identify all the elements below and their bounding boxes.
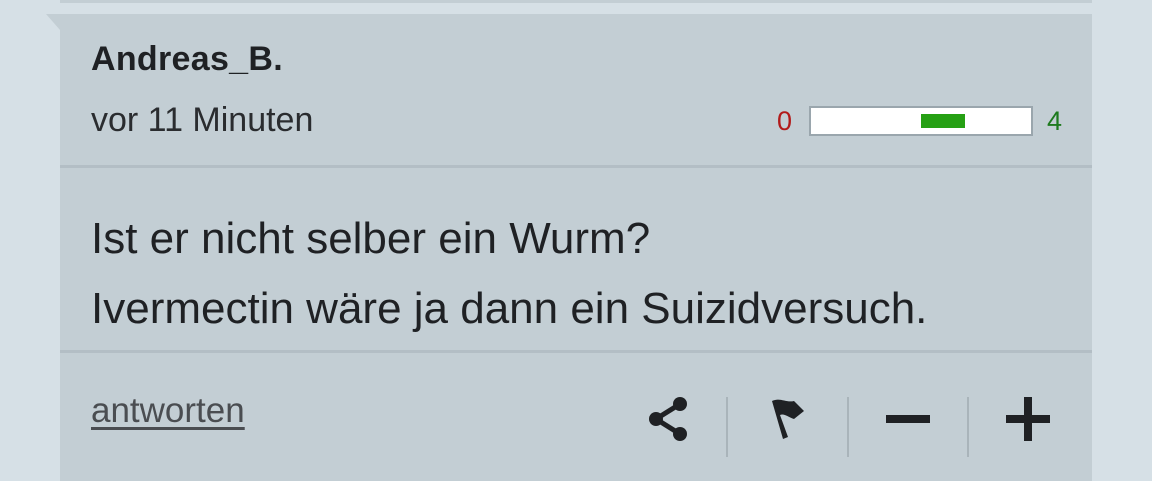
- rating-meter: 0 4: [777, 104, 1062, 138]
- share-icon: [646, 395, 690, 443]
- negative-votes-count: 0: [776, 105, 792, 136]
- previous-card-edge: [60, 0, 1092, 3]
- flag-icon: [768, 395, 808, 443]
- card-notch: [46, 14, 60, 30]
- rating-bar-fill: [920, 114, 965, 128]
- action-separator: [847, 397, 849, 457]
- minus-icon: [885, 396, 931, 442]
- rating-bar: [808, 106, 1033, 136]
- comment-timestamp: vor 11 Minuten: [91, 101, 314, 139]
- reply-link[interactable]: antworten: [91, 391, 245, 431]
- header-divider: [60, 165, 1092, 168]
- report-flag-button[interactable]: [758, 389, 818, 449]
- author-name[interactable]: Andreas_B.: [91, 40, 283, 79]
- plus-icon: [1005, 396, 1051, 442]
- comment-card: Andreas_B. vor 11 Minuten 0 4 Ist er nic…: [60, 14, 1092, 481]
- upvote-button[interactable]: [998, 389, 1058, 449]
- action-separator: [967, 397, 969, 457]
- action-separator: [726, 397, 728, 457]
- positive-votes-count: 4: [1046, 105, 1062, 136]
- comment-body-line: Ist er nicht selber ein Wurm?: [91, 214, 651, 263]
- downvote-button[interactable]: [878, 389, 938, 449]
- comment-actions: antworten: [60, 353, 1092, 481]
- comment-body: Ist er nicht selber ein Wurm? Ivermectin…: [91, 204, 927, 344]
- share-button[interactable]: [638, 389, 698, 449]
- comment-header: Andreas_B. vor 11 Minuten 0 4: [60, 14, 1092, 166]
- comment-body-line: Ivermectin wäre ja dann ein Suizidversuc…: [91, 284, 928, 333]
